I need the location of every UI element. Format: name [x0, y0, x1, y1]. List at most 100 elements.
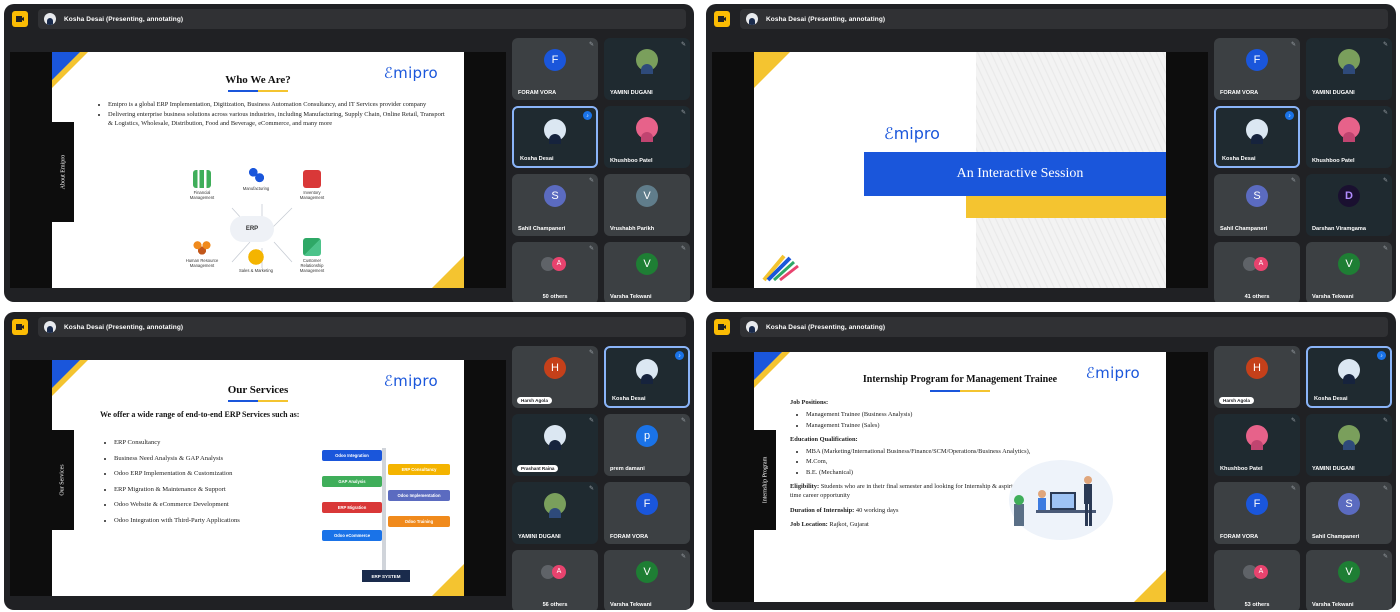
participant-tile[interactable]: ✎ F FORAM VORA	[1214, 38, 1300, 100]
participant-name: Varsha Tekwani	[1312, 602, 1354, 608]
participant-name: Varsha Tekwani	[610, 294, 652, 300]
office-illustration	[1009, 460, 1113, 540]
participant-tile[interactable]: F FORAM VORA	[604, 482, 690, 544]
speaking-indicator-icon: ♪	[583, 111, 592, 120]
others-tile[interactable]: A 53 others	[1214, 550, 1300, 610]
pin-icon[interactable]: ✎	[1383, 417, 1388, 424]
pin-icon[interactable]: ✎	[589, 485, 594, 492]
participant-tile[interactable]: ✎ S Sahil Champaneri	[1214, 174, 1300, 236]
others-tile[interactable]: A 41 others	[1214, 242, 1300, 302]
participant-grid: ✎ H Harsh Agola ♪ Kosha Desai ✎ Prashant Rai…	[512, 346, 692, 610]
erp-item-label: Human Resource Management	[185, 258, 219, 268]
participant-tile[interactable]: ✎ V Varsha Tekwani	[604, 550, 690, 610]
participant-tile[interactable]: ✎ S Sahil Champaneri	[1306, 482, 1392, 544]
bullet-item: Emipro is a global ERP Implementation, D…	[108, 100, 448, 109]
slide-title: Internship Program for Management Traine…	[862, 374, 1058, 385]
presenter-bar[interactable]: Kosha Desai (Presenting, annotating)	[38, 9, 686, 29]
service-box: Odoo Implementation	[388, 490, 450, 501]
participant-tile[interactable]: ✎ YAMINI DUGANI	[1306, 38, 1392, 100]
pin-icon[interactable]: ✎	[1291, 349, 1296, 356]
others-tile[interactable]: ✎ A 50 others	[512, 242, 598, 302]
participant-tile[interactable]: ✎ Prashant Raina	[512, 414, 598, 476]
participant-tile[interactable]: ✎ V Varsha Tekwani	[1306, 242, 1392, 302]
pin-icon[interactable]: ✎	[1291, 485, 1296, 492]
participant-tile-active-speaker[interactable]: ♪ Kosha Desai	[512, 106, 598, 168]
participant-name: YAMINI DUGANI	[518, 534, 561, 540]
participant-tile[interactable]: ✎ YAMINI DUGANI	[604, 38, 690, 100]
participant-tile-active-speaker[interactable]: ♪ Kosha Desai	[604, 346, 690, 408]
meeting-topbar: Kosha Desai (Presenting, annotating)	[706, 312, 1396, 342]
pin-icon[interactable]: ✎	[1291, 177, 1296, 184]
pin-icon[interactable]: ✎	[1383, 177, 1388, 184]
meet-app-icon[interactable]	[12, 11, 28, 27]
service-box: ERP Migration	[322, 502, 382, 513]
erp-item-label: Inventory Management	[299, 190, 325, 200]
participant-tile-active-speaker[interactable]: ♪ Kosha Desai	[1306, 346, 1392, 408]
pin-icon[interactable]: ✎	[681, 245, 686, 252]
bullet-item: MBA (Marketing/International Business/Fi…	[806, 447, 1040, 456]
pin-icon[interactable]: ✎	[681, 553, 686, 560]
pin-icon[interactable]: ✎	[681, 417, 686, 424]
participant-tile-active-speaker[interactable]: ♪ Kosha Desai	[1214, 106, 1300, 168]
presentation-area: ℰmipro Who We Are? Emipro is a global ER…	[10, 52, 506, 288]
others-avatar-initial: A	[1254, 257, 1268, 271]
participant-tile[interactable]: ✎ p prem damani	[604, 414, 690, 476]
pin-icon[interactable]: ✎	[589, 41, 594, 48]
participant-avatar: F	[1246, 493, 1268, 515]
participant-avatar: S	[544, 185, 566, 207]
participant-tile[interactable]: ✎ D Darshan Viramgama	[1306, 174, 1392, 236]
pin-icon[interactable]: ✎	[681, 109, 686, 116]
pin-icon[interactable]: ✎	[589, 417, 594, 424]
pin-icon[interactable]: ✎	[1291, 41, 1296, 48]
eligibility-row: Eligibility: Students who are in their f…	[790, 482, 1040, 501]
others-count: 50 others	[542, 294, 568, 300]
participant-avatar: V	[636, 185, 658, 207]
education-label: Education Qualification:	[790, 435, 858, 443]
participant-tile[interactable]: ✎ H Harsh Agola	[512, 346, 598, 408]
participant-tile[interactable]: ✎ F FORAM VORA	[1214, 482, 1300, 544]
slide-corner-decoration	[754, 52, 790, 88]
participant-tile[interactable]: ✎ V Varsha Tekwani	[1306, 550, 1392, 610]
pin-icon[interactable]: ✎	[1383, 109, 1388, 116]
meeting-topbar: Kosha Desai (Presenting, annotating)	[706, 4, 1396, 34]
participant-tile[interactable]: ✎ V Varsha Tekwani	[604, 242, 690, 302]
participant-name: YAMINI DUGANI	[1312, 90, 1355, 96]
pin-icon[interactable]: ✎	[1291, 417, 1296, 424]
participant-name-chip: Harsh Agola	[1219, 397, 1254, 404]
pin-icon[interactable]: ✎	[589, 245, 594, 252]
others-avatars: A	[1243, 257, 1268, 271]
others-count: 53 others	[1244, 602, 1270, 608]
meet-app-icon[interactable]	[714, 11, 730, 27]
participant-tile[interactable]: ✎ YAMINI DUGANI	[512, 482, 598, 544]
job-positions-label: Job Positions:	[790, 399, 829, 406]
pin-icon[interactable]: ✎	[1383, 41, 1388, 48]
presenter-bar[interactable]: Kosha Desai (Presenting, annotating)	[38, 317, 686, 337]
participant-tile[interactable]: V Vrushabh Parikh	[604, 174, 690, 236]
inventory-management-icon: Inventory Management	[292, 170, 332, 200]
meet-app-icon[interactable]	[12, 319, 28, 335]
presenter-bar[interactable]: Kosha Desai (Presenting, annotating)	[740, 317, 1388, 337]
participant-tile[interactable]: ✎ S Sahil Champaneri	[512, 174, 598, 236]
others-tile[interactable]: A 56 others	[512, 550, 598, 610]
participant-avatar: V	[1338, 561, 1360, 583]
meet-app-icon[interactable]	[714, 319, 730, 335]
pin-icon[interactable]: ✎	[1383, 553, 1388, 560]
erp-item-label: Sales & Marketing	[239, 268, 273, 273]
participant-name: FORAM VORA	[1220, 90, 1259, 96]
pin-icon[interactable]: ✎	[589, 349, 594, 356]
pin-icon[interactable]: ✎	[1383, 485, 1388, 492]
participant-tile[interactable]: ✎ Khushboo Patel	[1306, 106, 1392, 168]
pin-icon[interactable]: ✎	[1383, 245, 1388, 252]
presenter-label: Kosha Desai (Presenting, annotating)	[64, 15, 184, 23]
participant-tile[interactable]: ✎ H Harsh Agola	[1214, 346, 1300, 408]
duration-row: Duration of Internship: 40 working days	[790, 506, 1040, 515]
presenter-bar[interactable]: Kosha Desai (Presenting, annotating)	[740, 9, 1388, 29]
bullet-item: Odoo Integration with Third-Party Applic…	[114, 514, 334, 529]
pin-icon[interactable]: ✎	[681, 41, 686, 48]
participant-name-chip: Prashant Raina	[517, 465, 559, 472]
participant-tile[interactable]: ✎ Khushboo Patel	[604, 106, 690, 168]
participant-tile[interactable]: ✎ F FORAM VORA	[512, 38, 598, 100]
pin-icon[interactable]: ✎	[589, 177, 594, 184]
participant-tile[interactable]: ✎ YAMINI DUGANI	[1306, 414, 1392, 476]
participant-tile[interactable]: ✎ Khushboo Patel	[1214, 414, 1300, 476]
